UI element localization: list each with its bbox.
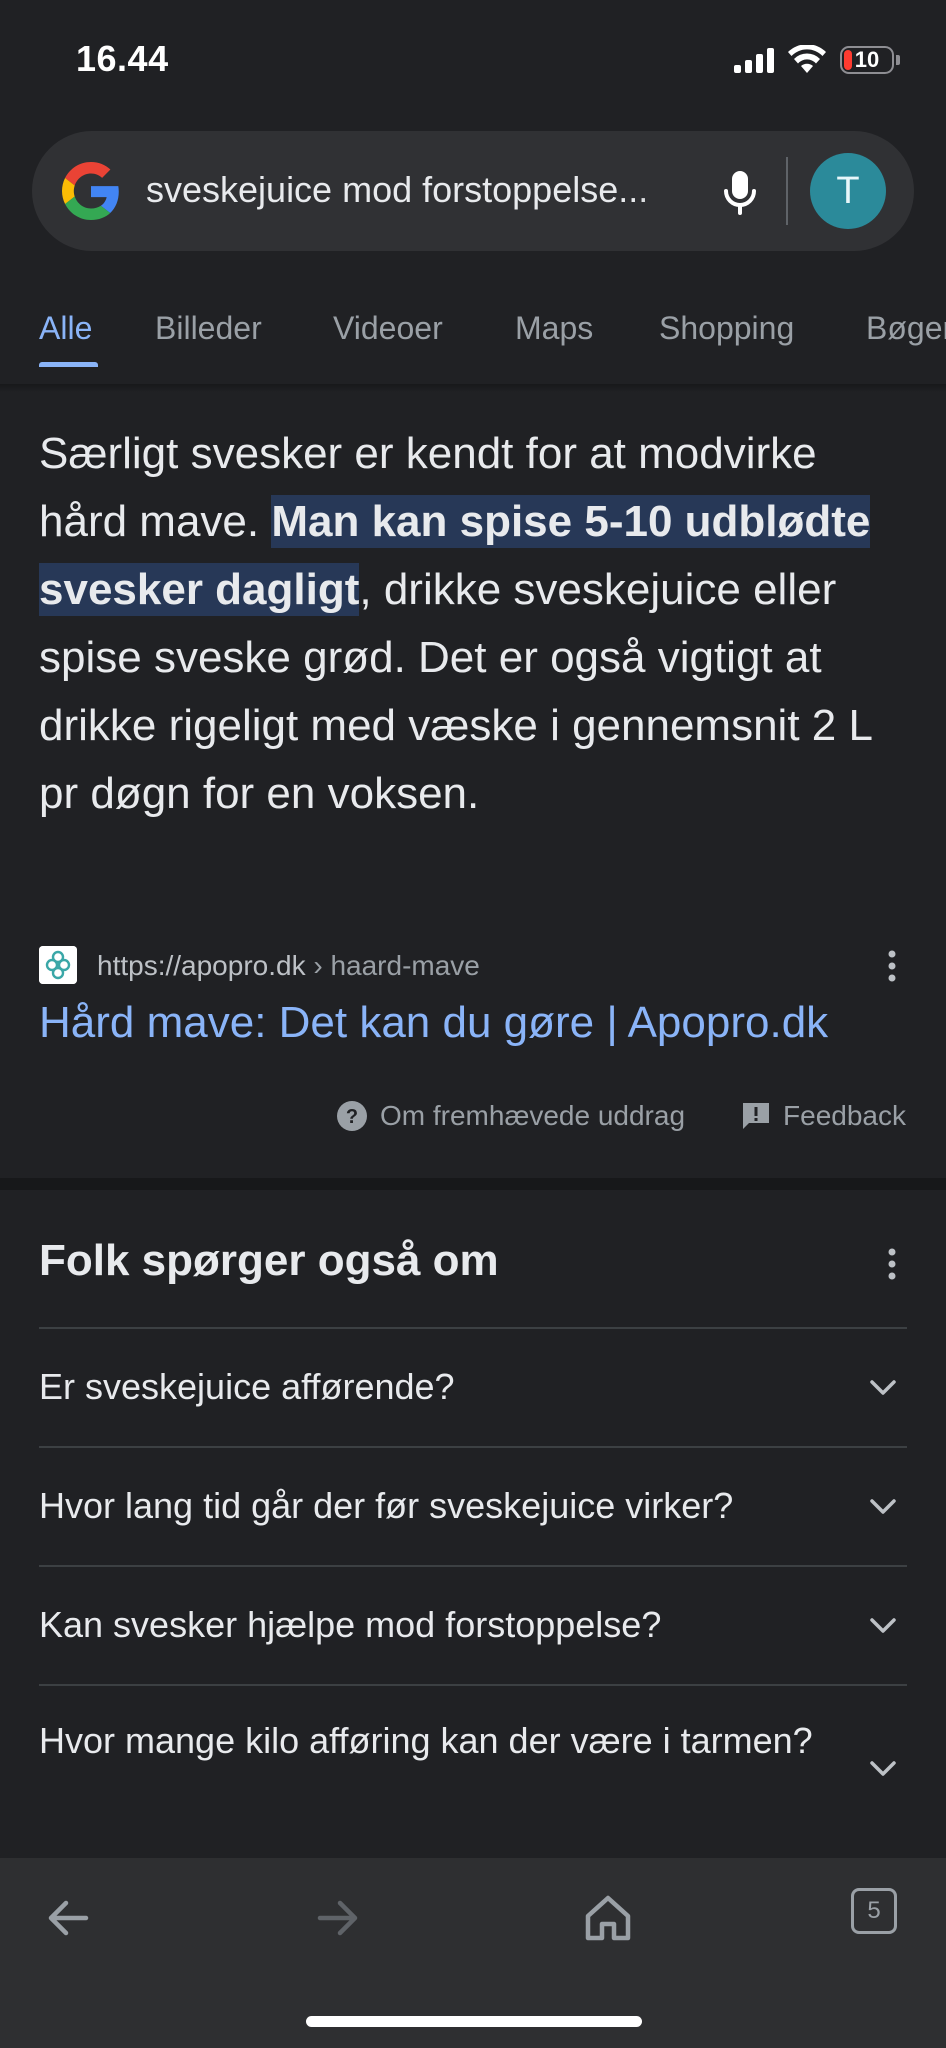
account-avatar[interactable]: T (810, 153, 886, 229)
wifi-icon (788, 45, 826, 73)
status-icons: 10 (734, 40, 900, 80)
about-featured-snippets-label[interactable]: Om fremhævede uddrag (380, 1100, 685, 1132)
tab-boger[interactable]: Bøger (866, 310, 946, 347)
about-featured-snippets-button[interactable]: ? Om fremhævede uddrag (336, 1100, 685, 1132)
source-url[interactable]: https://apopro.dk › haard-mave (97, 950, 480, 982)
question-item[interactable]: Hvor mange kilo afføring kan der være i … (39, 1684, 907, 1854)
search-tabs: Alle Billeder Videoer Maps Shopping Bøge… (0, 290, 946, 385)
result-title-link[interactable]: Hård mave: Det kan du gøre | Apopro.dk (39, 998, 828, 1048)
active-tab-indicator (39, 362, 98, 367)
microphone-icon[interactable] (712, 163, 768, 219)
search-bar[interactable]: sveskejuice mod forstoppelse... T (32, 131, 914, 251)
chevron-down-icon[interactable] (867, 1490, 899, 1522)
chevron-down-icon[interactable] (867, 1371, 899, 1403)
people-also-ask-title: Folk spørger også om (39, 1236, 499, 1285)
tab-shopping[interactable]: Shopping (659, 310, 794, 347)
question-text[interactable]: Er sveskejuice afførende? (39, 1329, 907, 1416)
search-divider (786, 157, 788, 225)
search-input[interactable]: sveskejuice mod forstoppelse... (146, 169, 706, 211)
tab-videoer[interactable]: Videoer (333, 310, 443, 347)
source-domain[interactable]: https://apopro.dk (97, 950, 306, 981)
question-text[interactable]: Kan svesker hjælpe mod forstoppelse? (39, 1567, 907, 1654)
chevron-down-icon[interactable] (867, 1752, 899, 1784)
status-bar: 16.44 10 (0, 0, 946, 120)
question-text[interactable]: Hvor lang tid går der før sveskejuice vi… (39, 1448, 907, 1535)
feedback-button[interactable]: Feedback (741, 1100, 906, 1132)
home-icon[interactable] (578, 1888, 638, 1948)
forward-arrow-icon[interactable] (308, 1888, 368, 1948)
feedback-label[interactable]: Feedback (783, 1100, 906, 1132)
battery-level: 10 (854, 47, 880, 72)
google-search-results-page: 16.44 10 sveskejuice mod forstoppelse...… (0, 0, 946, 2048)
chevron-down-icon[interactable] (867, 1609, 899, 1641)
back-arrow-icon[interactable] (38, 1888, 98, 1948)
tab-billeder[interactable]: Billeder (155, 310, 262, 347)
home-indicator[interactable] (306, 2016, 642, 2027)
google-logo-icon[interactable] (62, 162, 120, 220)
source-path: › haard-mave (305, 950, 480, 981)
status-time: 16.44 (76, 38, 169, 79)
question-text[interactable]: Hvor mange kilo afføring kan der være i … (39, 1686, 907, 1770)
source-row: https://apopro.dk › haard-mave (39, 944, 909, 988)
question-item[interactable]: Hvor lang tid går der før sveskejuice vi… (39, 1446, 907, 1565)
section-divider (0, 1178, 946, 1190)
result-more-options-icon[interactable] (877, 946, 907, 986)
tab-maps[interactable]: Maps (515, 310, 593, 347)
apopro-favicon-icon (39, 946, 77, 984)
feedback-icon (743, 1103, 770, 1129)
tabs-shadow (0, 384, 946, 392)
tabs-count-button[interactable]: 5 (851, 1888, 897, 1934)
question-item[interactable]: Er sveskejuice afførende? (39, 1327, 907, 1446)
snippet-footer: ? Om fremhævede uddrag Feedback (336, 1100, 906, 1132)
people-also-ask-more-icon[interactable] (877, 1244, 907, 1284)
people-also-ask-list: Er sveskejuice afførende? Hvor lang tid … (39, 1327, 907, 1854)
svg-text:?: ? (346, 1106, 358, 1128)
tab-alle[interactable]: Alle (39, 310, 92, 347)
help-icon: ? (336, 1101, 367, 1131)
cellular-signal-icon (734, 47, 774, 73)
question-item[interactable]: Kan svesker hjælpe mod forstoppelse? (39, 1565, 907, 1684)
battery-icon: 10 (840, 46, 894, 74)
featured-snippet-text: Særligt svesker er kendt for at modvirke… (39, 420, 909, 828)
